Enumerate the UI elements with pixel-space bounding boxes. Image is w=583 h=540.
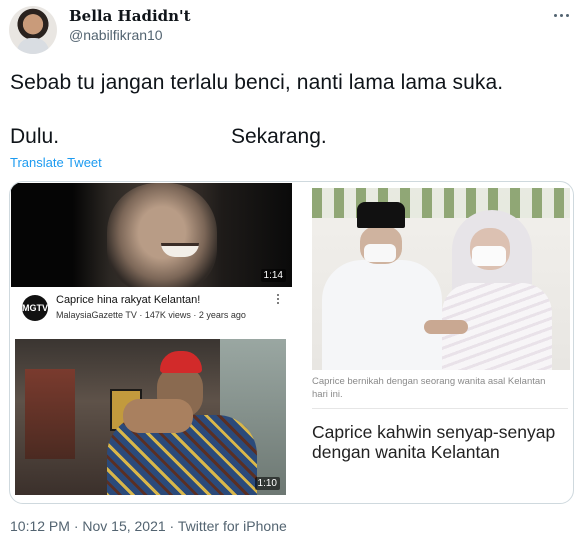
curtain-image: [312, 188, 570, 218]
hands-image: [123, 399, 193, 433]
user-handle[interactable]: @nabilfikran10: [69, 27, 163, 43]
avatar-shirt: [17, 38, 49, 54]
tweet-media[interactable]: 1:14 MGTV Caprice hina rakyat Kelantan! …: [9, 181, 574, 504]
news-headline: Caprice kahwin senyap-senyap dengan wani…: [312, 422, 556, 462]
channel-logo: MGTV: [22, 295, 48, 321]
video-title: Caprice hina rakyat Kelantan!: [56, 294, 201, 306]
label-before: Dulu.: [10, 125, 60, 148]
bride-mask-image: [472, 246, 506, 266]
translate-tweet-link[interactable]: Translate Tweet: [10, 155, 102, 170]
more-vertical-icon: [275, 294, 281, 308]
tweet-timestamp[interactable]: 10:12 PM · Nov 15, 2021 · Twitter for iP…: [10, 518, 287, 534]
ring-hands-image: [424, 320, 468, 334]
display-name[interactable]: Bella Hadidn't: [69, 7, 191, 25]
top-video-thumbnail: 1:14: [11, 183, 292, 287]
red-cap-image: [160, 351, 202, 373]
photo-caption: Caprice bernikah dengan seorang wanita a…: [312, 376, 546, 400]
groom-body-image: [322, 260, 442, 370]
label-after: Sekarang.: [231, 125, 327, 148]
more-horizontal-icon[interactable]: [551, 8, 571, 22]
tweet-text: Sebab tu jangan terlalu benci, nanti lam…: [10, 71, 504, 94]
groom-mask-image: [364, 244, 396, 262]
bottom-video-thumbnail: 1:10: [15, 339, 286, 495]
songkok-image: [357, 202, 405, 228]
divider: [312, 408, 568, 409]
bottom-video-duration: 1:10: [254, 477, 280, 490]
wedding-photo: [312, 188, 570, 370]
channel-logo-text: MGTV: [22, 303, 48, 313]
top-video-duration: 1:14: [260, 269, 286, 282]
video-meta: MalaysiaGazette TV · 147K views · 2 year…: [56, 310, 246, 320]
avatar[interactable]: [9, 6, 57, 54]
face-image: [107, 183, 217, 287]
shelf-image: [25, 369, 75, 459]
